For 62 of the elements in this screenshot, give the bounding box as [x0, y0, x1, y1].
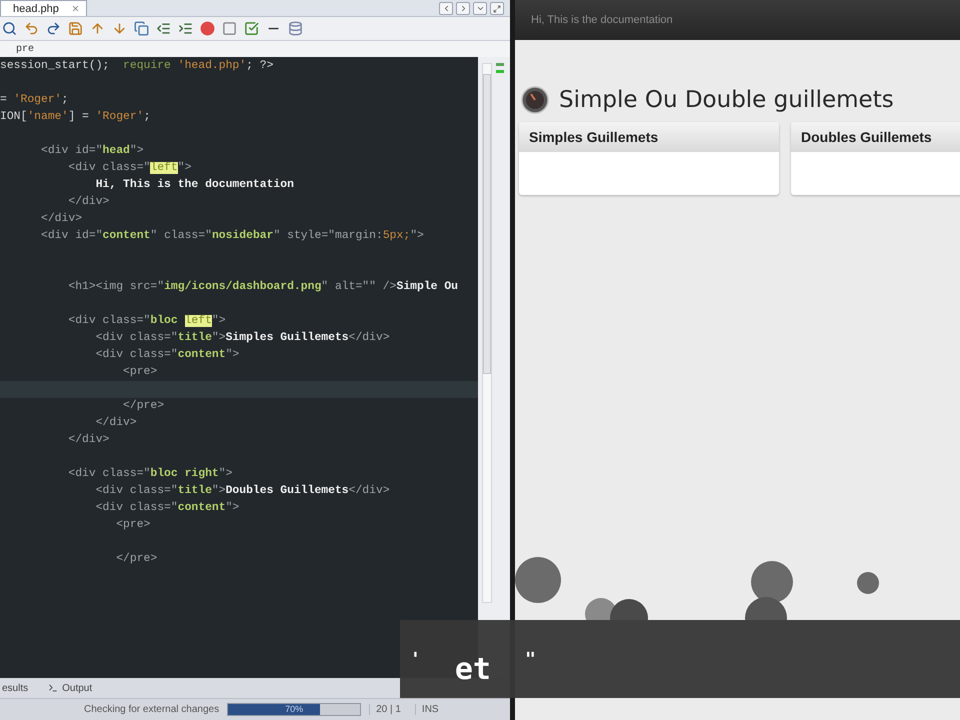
check-icon[interactable] [244, 21, 259, 36]
dashboard-icon [521, 86, 549, 114]
close-icon[interactable] [70, 4, 80, 13]
file-tab[interactable]: head.php [0, 0, 87, 16]
progress-reading: 70% [284, 704, 304, 715]
breadcrumb[interactable]: pre [0, 41, 510, 57]
arrow-down-icon[interactable] [112, 21, 127, 36]
change-stripe [496, 70, 504, 73]
code-line: <div class="content"> [94, 348, 240, 363]
record-icon[interactable] [200, 21, 215, 36]
code-line: = 'Roger'; [0, 92, 70, 108]
code-line: session_start(); require 'head.php'; ?> [0, 58, 274, 74]
indent-icon[interactable] [178, 21, 193, 36]
panel-tab[interactable]: Output [46, 682, 94, 694]
code-line: <div class="content"> [94, 500, 240, 516]
status-message: Checking for external changes [84, 704, 220, 715]
code-line: <div class="bloc left"> [67, 314, 227, 329]
code-line: </div> [40, 212, 84, 227]
code-line: <div id="content" class="nosidebar" style="margin:5px;"> [40, 228, 425, 244]
scrollbar[interactable] [482, 63, 492, 603]
cursor-position: 20 | 1 [369, 704, 407, 715]
caption-text: " [524, 648, 536, 670]
redo-icon[interactable] [46, 21, 61, 36]
caption-text: ' [410, 648, 421, 670]
maximize-icon [493, 4, 501, 12]
code-line: </pre> [122, 398, 166, 414]
code-line: <h1><img src="img/icons/dashboard.png" alt="" />Simple Ou [67, 280, 460, 295]
scroll-right-button[interactable] [456, 2, 470, 15]
copy-icon[interactable] [134, 21, 149, 36]
code-line: <div id="head"> [40, 144, 145, 159]
caption-text: et [454, 652, 491, 686]
scroll-left-button[interactable] [439, 2, 453, 15]
chevron-down-icon [476, 4, 484, 13]
code-line: </pre> [115, 552, 158, 567]
code-line: </div> [67, 432, 110, 448]
code-line: <div class="bloc right"> [67, 466, 234, 482]
page-header: Hi, This is the documentation [515, 0, 960, 40]
card-title: Doubles Guillemets [791, 122, 960, 152]
undo-icon[interactable] [24, 21, 39, 36]
panel-tab[interactable]: esults [0, 682, 30, 694]
code-line: <pre> [115, 518, 152, 533]
code-line: Hi, This is the documentation [94, 178, 295, 193]
code-line: </div> [94, 416, 138, 431]
code-line: ION['name'] = 'Roger'; [0, 110, 152, 125]
search-icon[interactable] [2, 21, 17, 36]
insert-mode: INS [414, 704, 445, 715]
card-title: Simples Guillemets [519, 122, 779, 152]
error-stripe [496, 63, 504, 66]
save-icon[interactable] [68, 21, 83, 36]
page-heading: Simple Ou Double guillemets [559, 87, 894, 113]
maximize-button[interactable] [490, 2, 504, 15]
outdent-icon[interactable] [156, 21, 171, 36]
code-line: <div class="title">Doubles Guillemets</div> [94, 484, 391, 499]
code-line: <pre> [122, 365, 158, 380]
database-icon[interactable] [288, 21, 303, 36]
code-line: </div> [67, 194, 110, 210]
code-line: <div class="title">Simples Guillemets</div> [94, 330, 391, 346]
stop-icon[interactable] [222, 21, 237, 36]
terminal-icon [48, 683, 58, 693]
code-line: <div class="left"> [67, 160, 192, 176]
scroll-thumb[interactable] [483, 74, 491, 374]
dropdown-button[interactable] [473, 2, 487, 15]
